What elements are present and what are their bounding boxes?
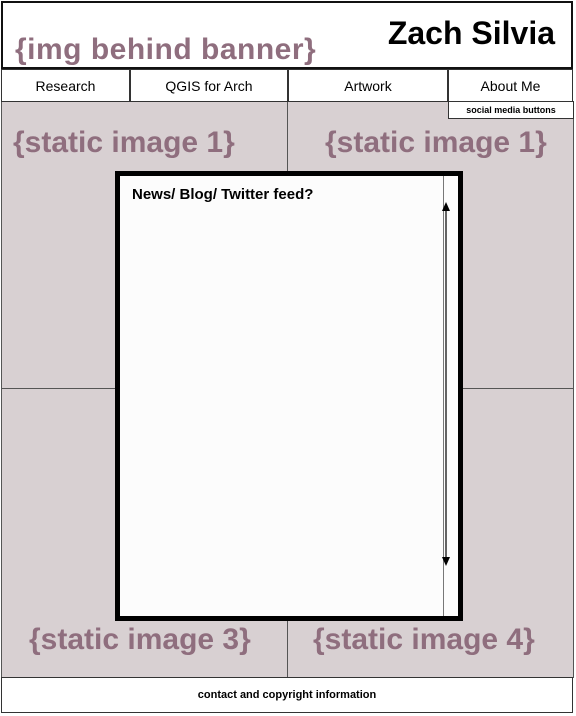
image-placeholder-label: {static image 1} [13, 126, 235, 159]
site-title[interactable]: Zach Silvia [388, 15, 555, 52]
image-placeholder-label: {static image 3} [29, 623, 251, 656]
feed-title: News/ Blog/ Twitter feed? [132, 186, 314, 203]
scroll-down-arrow-icon[interactable] [442, 557, 450, 566]
scroll-up-arrow-icon[interactable] [442, 202, 450, 211]
banner-image-placeholder: {img behind banner} [15, 33, 317, 66]
nav-item-about-me[interactable]: About Me [448, 69, 573, 102]
scrollbar-arrows[interactable] [438, 202, 454, 566]
footer: contact and copyright information [1, 677, 573, 713]
nav-item-research[interactable]: Research [1, 69, 130, 102]
nav-item-qgis-for-arch[interactable]: QGIS for Arch [130, 69, 288, 102]
news-feed-panel: News/ Blog/ Twitter feed? [115, 171, 463, 621]
image-placeholder-label: {static image 4} [313, 623, 535, 656]
social-media-buttons[interactable]: social media buttons [448, 101, 574, 119]
footer-label[interactable]: contact and copyright information [198, 689, 376, 701]
main-nav: Research QGIS for Arch Artwork About Me [1, 69, 573, 102]
header-banner: {img behind banner} Zach Silvia [1, 1, 573, 69]
image-placeholder-label: {static image 1} [325, 126, 547, 159]
nav-item-artwork[interactable]: Artwork [288, 69, 448, 102]
